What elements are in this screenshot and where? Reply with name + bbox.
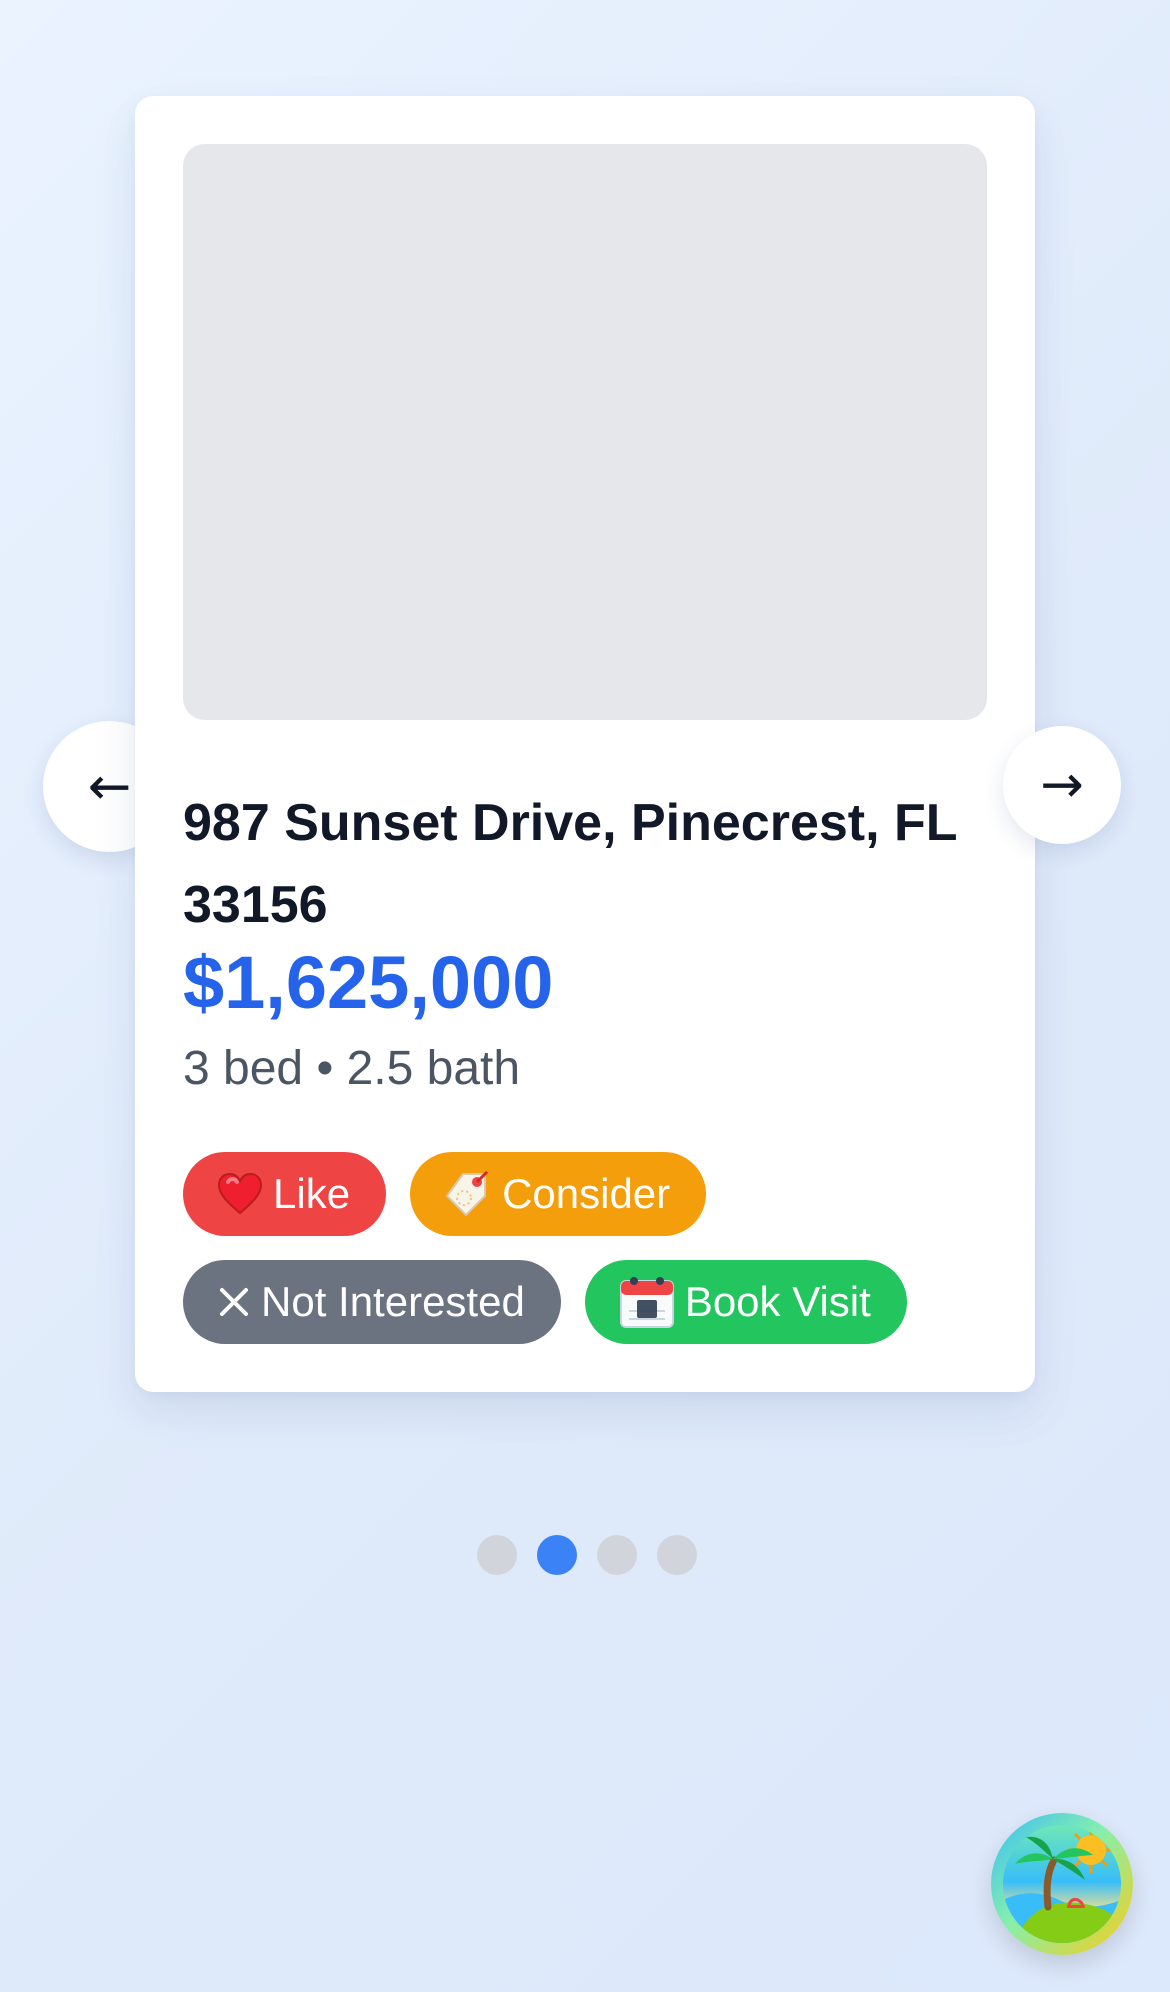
left-arrow-icon: ←	[87, 756, 132, 817]
not-interested-button[interactable]: Not Interested	[183, 1260, 561, 1344]
book-visit-label: Book Visit	[684, 1278, 871, 1325]
carousel-dot-3[interactable]	[597, 1535, 637, 1575]
property-card: 987 Sunset Drive, Pinecrest, FL 33156 $1…	[135, 96, 1035, 1392]
not-interested-label: Not Interested	[261, 1278, 525, 1325]
property-price: $1,625,000	[183, 941, 554, 1024]
consider-label: Consider	[502, 1170, 671, 1217]
carousel-dot-2-active[interactable]	[537, 1535, 577, 1575]
carousel-dot-1[interactable]	[477, 1535, 517, 1575]
right-arrow-icon: →	[1040, 755, 1084, 815]
consider-button[interactable]: Consider	[410, 1152, 707, 1236]
tag-icon	[444, 1170, 492, 1218]
book-visit-button[interactable]: Book Visit	[584, 1260, 907, 1344]
avatar[interactable]	[991, 1813, 1133, 1955]
carousel-dot-4[interactable]	[657, 1535, 697, 1575]
like-label: Like	[273, 1170, 351, 1217]
calendar-icon	[619, 1275, 675, 1329]
carousel-pagination	[477, 1535, 697, 1575]
next-listing-button[interactable]: →	[1003, 726, 1121, 844]
beach-island-icon	[1003, 1825, 1121, 1943]
heart-icon	[217, 1173, 263, 1215]
property-photo-placeholder	[183, 144, 987, 720]
property-details: 3 bed • 2.5 bath	[183, 1042, 521, 1095]
x-icon	[217, 1285, 251, 1319]
property-address: 987 Sunset Drive, Pinecrest, FL 33156	[183, 794, 957, 934]
listing-actions: Like Consider Not Interested Book Visit	[183, 1152, 987, 1344]
like-button[interactable]: Like	[183, 1152, 387, 1236]
